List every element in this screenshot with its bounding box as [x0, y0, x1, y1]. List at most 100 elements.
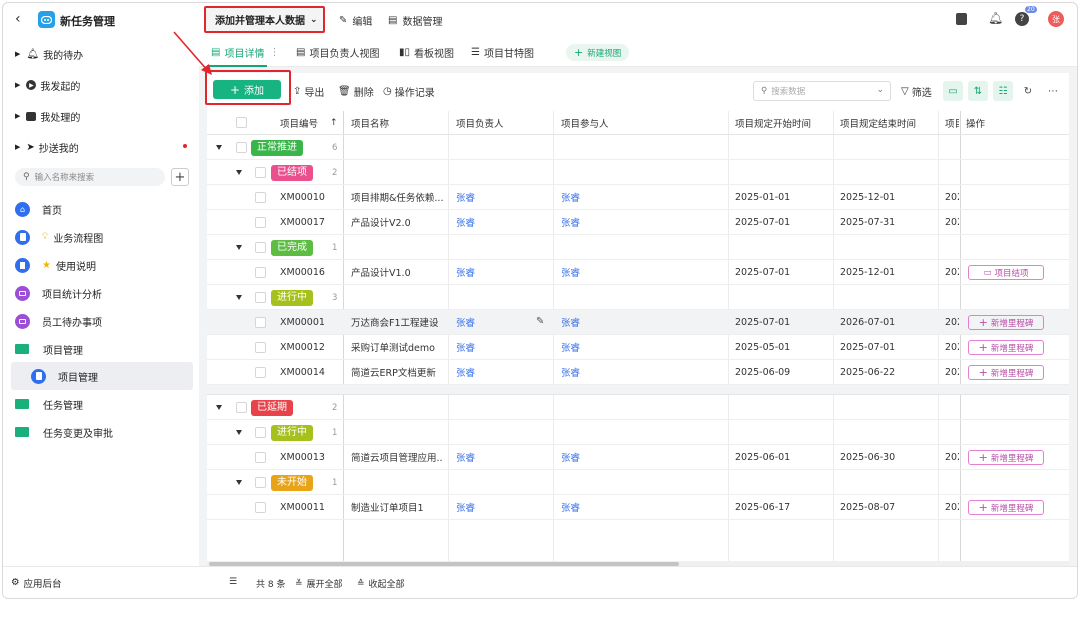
user-avatar[interactable]: 张	[1048, 11, 1064, 27]
nav-instructions[interactable]: ★ 使用说明	[15, 253, 96, 277]
nav-project-folder[interactable]: 项目管理	[15, 337, 83, 361]
table-row[interactable]: XM00013 简道云项目管理应用... 张睿 张睿 2025-06-01 20…	[207, 445, 1069, 470]
edit-button[interactable]: ✎ 编辑	[339, 13, 372, 28]
row-checkbox[interactable]	[255, 317, 266, 328]
nav-project-stats[interactable]: 项目统计分析	[15, 281, 102, 305]
tab-owner-view[interactable]: ▤ 项目负责人视图	[296, 37, 379, 67]
subgroup-row[interactable]: 已完成 1	[207, 235, 1069, 260]
cell-owner[interactable]: 张睿	[456, 260, 475, 284]
collapse-all-button[interactable]: ≙ 收起全部	[357, 577, 405, 591]
col-header-owner[interactable]: 项目负责人	[456, 111, 504, 135]
row-checkbox[interactable]	[255, 477, 266, 488]
row-checkbox[interactable]	[255, 167, 266, 178]
sort-asc-icon[interactable]: ↑	[330, 118, 338, 128]
table-row-hovered[interactable]: XM00001 万达商会F1工程建设 张睿 ✎ 张睿 2025-07-01 20…	[207, 310, 1069, 335]
cell-owner[interactable]: 张睿	[456, 185, 475, 209]
table-row[interactable]: XM00011 制造业订单项目1 张睿 张睿 2025-06-17 2025-0…	[207, 495, 1069, 520]
cell-owner[interactable]: 张睿	[456, 445, 475, 469]
notification-bell-icon[interactable]: 🔔︎	[988, 11, 1003, 25]
row-checkbox[interactable]	[255, 217, 266, 228]
col-header-id[interactable]: 项目编号 ↑	[280, 111, 338, 135]
add-milestone-button[interactable]: + 新增里程碑	[968, 365, 1044, 380]
col-header-extra[interactable]: 项目	[945, 111, 959, 135]
group-row[interactable]: 已延期 2	[207, 395, 1069, 420]
sidebar-toggle-icon[interactable]	[956, 13, 967, 25]
cell-owner[interactable]: 张睿	[456, 335, 475, 359]
cell-member[interactable]: 张睿	[561, 495, 580, 519]
col-header-member[interactable]: 项目参与人	[561, 111, 609, 135]
nav-task-folder[interactable]: 任务管理	[15, 392, 83, 416]
edit-cell-icon[interactable]: ✎	[536, 316, 544, 327]
operation-log-button[interactable]: ◷ 操作记录	[383, 84, 435, 99]
expand-all-button[interactable]: ≚ 展开全部	[295, 577, 343, 591]
caret-down-icon[interactable]	[236, 430, 242, 435]
sidebar-group-my-todo[interactable]: ▶ 🔔︎ 我的待办	[15, 42, 83, 66]
nav-flowchart[interactable]: 💡︎ 业务流程图	[15, 225, 103, 249]
add-milestone-button[interactable]: + 新增里程碑	[968, 340, 1044, 355]
nav-employee-todo[interactable]: 员工待办事项	[15, 309, 102, 333]
app-backend-link[interactable]: ⚙ 应用后台	[3, 566, 199, 598]
display-settings-button[interactable]: ▭	[943, 81, 963, 101]
tab-kanban[interactable]: ▮▯ 看板视图	[399, 37, 454, 67]
subgroup-row[interactable]: 未开始 1	[207, 470, 1069, 495]
filter-button[interactable]: ▽ 筛选	[901, 84, 932, 99]
row-checkbox[interactable]	[255, 192, 266, 203]
add-milestone-button[interactable]: + 新增里程碑	[968, 450, 1044, 465]
col-header-start[interactable]: 项目规定开始时间	[735, 111, 811, 135]
new-view-button[interactable]: + 新建视图	[566, 44, 630, 61]
nav-home[interactable]: ⌂ 首页	[15, 197, 62, 221]
data-search-input[interactable]: ⚲ 搜索数据 ⌄	[753, 81, 891, 101]
select-all-checkbox[interactable]	[236, 117, 247, 128]
col-header-end[interactable]: 项目规定结束时间	[840, 111, 916, 135]
group-button[interactable]: ☷	[993, 81, 1013, 101]
row-checkbox[interactable]	[236, 402, 247, 413]
caret-down-icon[interactable]	[216, 145, 222, 150]
cell-member[interactable]: 张睿	[561, 260, 580, 284]
row-checkbox[interactable]	[255, 367, 266, 378]
cell-owner[interactable]: 张睿	[456, 310, 475, 334]
caret-down-icon[interactable]	[236, 480, 242, 485]
cell-member[interactable]: 张睿	[561, 335, 580, 359]
caret-down-icon[interactable]	[236, 245, 242, 250]
row-checkbox[interactable]	[255, 292, 266, 303]
cell-member[interactable]: 张睿	[561, 185, 580, 209]
nav-change-folder[interactable]: 任务变更及审批	[15, 420, 113, 444]
back-icon[interactable]: ‹	[15, 11, 21, 27]
col-header-name[interactable]: 项目名称	[351, 111, 389, 135]
sidebar-group-initiated[interactable]: ▶ ▶ 我发起的	[15, 73, 80, 97]
cell-owner[interactable]: 张睿	[456, 495, 475, 519]
cell-member[interactable]: 张睿	[561, 360, 580, 384]
table-row[interactable]: XM00014 简道云ERP文档更新 张睿 张睿 2025-06-09 2025…	[207, 360, 1069, 385]
cell-member[interactable]: 张睿	[561, 210, 580, 234]
help-icon[interactable]: ?	[1015, 12, 1029, 26]
tab-project-detail[interactable]: ▤ 项目详情 ⋮	[211, 37, 279, 67]
subgroup-row[interactable]: 进行中 1	[207, 420, 1069, 445]
add-button[interactable]: + 添加	[213, 80, 281, 99]
add-nav-button[interactable]: +	[171, 168, 189, 186]
sidebar-group-handled[interactable]: ▶ 我处理的	[15, 104, 80, 128]
table-row[interactable]: XM00012 采购订单测试demo 张睿 张睿 2025-05-01 2025…	[207, 335, 1069, 360]
export-button[interactable]: ⇪ 导出	[293, 84, 324, 99]
refresh-button[interactable]: ↻	[1018, 81, 1038, 101]
add-milestone-button[interactable]: + 新增里程碑	[968, 315, 1044, 330]
table-row[interactable]: XM00010 项目排期&任务依赖... 张睿 张睿 2025-01-01 20…	[207, 185, 1069, 210]
more-vertical-icon[interactable]: ⋮	[269, 47, 279, 58]
sidebar-group-cc[interactable]: ▶ ➤ 抄送我的	[15, 135, 187, 159]
table-row[interactable]: XM00016 产品设计V1.0 张睿 张睿 2025-07-01 2025-1…	[207, 260, 1069, 285]
caret-down-icon[interactable]	[236, 295, 242, 300]
data-scope-dropdown[interactable]: 添加并管理本人数据 ⌄	[204, 6, 325, 33]
group-row[interactable]: 正常推进 6	[207, 135, 1069, 160]
add-milestone-button[interactable]: + 新增里程碑	[968, 500, 1044, 515]
caret-down-icon[interactable]	[236, 170, 242, 175]
list-settings-icon[interactable]: ☰	[229, 577, 237, 587]
tab-gantt[interactable]: ☰ 项目甘特图	[471, 37, 534, 67]
delete-button[interactable]: 🗑︎ 删除	[338, 84, 374, 99]
sidebar-search-input[interactable]: ⚲ 输入名称来搜索	[15, 168, 165, 186]
subgroup-row[interactable]: 进行中 3	[207, 285, 1069, 310]
sort-button[interactable]: ⇅	[968, 81, 988, 101]
nav-project-management[interactable]: 项目管理	[31, 364, 98, 388]
subgroup-row[interactable]: 已结项 2	[207, 160, 1069, 185]
table-row[interactable]: XM00017 产品设计V2.0 张睿 张睿 2025-07-01 2025-0…	[207, 210, 1069, 235]
cell-owner[interactable]: 张睿	[456, 360, 475, 384]
row-checkbox[interactable]	[255, 427, 266, 438]
